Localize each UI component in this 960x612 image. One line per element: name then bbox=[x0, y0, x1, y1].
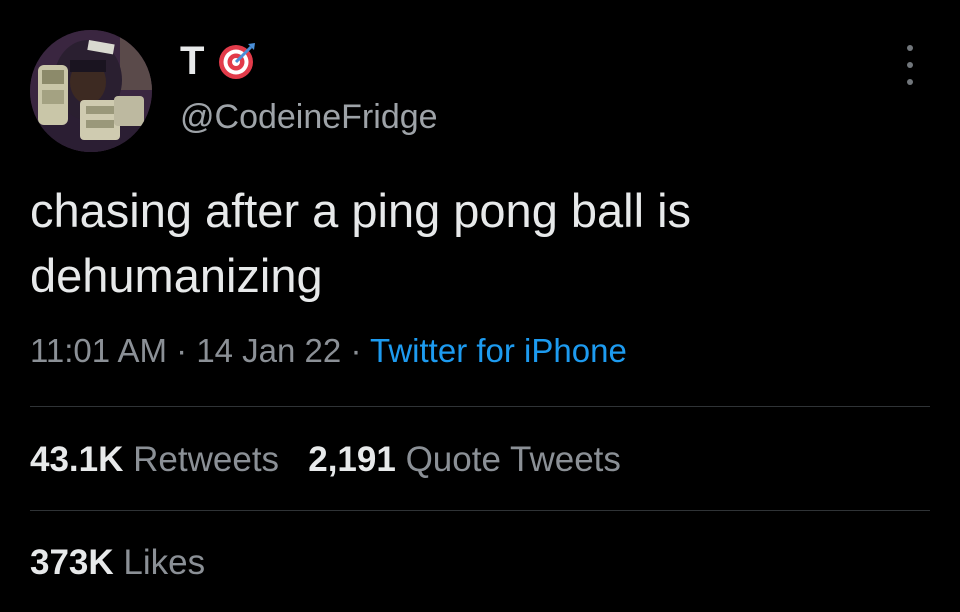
tweet-text: chasing after a ping pong ball is dehuma… bbox=[30, 178, 930, 308]
retweets-label: Retweets bbox=[133, 440, 280, 479]
likes-count: 373K bbox=[30, 543, 114, 582]
likes-label: Likes bbox=[123, 543, 206, 582]
more-dot bbox=[907, 45, 913, 51]
tweet-time[interactable]: 11:01 AM bbox=[30, 332, 167, 369]
divider bbox=[30, 406, 930, 407]
likes-row: 373K Likes bbox=[30, 543, 205, 583]
likes-stat[interactable]: 373K Likes bbox=[30, 543, 205, 582]
quote-tweets-count: 2,191 bbox=[308, 440, 396, 479]
more-dot bbox=[907, 62, 913, 68]
tweet-text-line: chasing after a ping pong ball is bbox=[30, 184, 692, 237]
retweets-stat[interactable]: 43.1K Retweets bbox=[30, 440, 279, 479]
more-options-icon[interactable] bbox=[898, 45, 922, 85]
tweet-meta: 11:01 AM · 14 Jan 22 · Twitter for iPhon… bbox=[30, 332, 627, 370]
engagement-stats: 43.1K Retweets 2,191 Quote Tweets bbox=[30, 440, 621, 480]
meta-separator: · bbox=[341, 332, 371, 369]
divider bbox=[30, 510, 930, 511]
meta-separator: · bbox=[166, 332, 197, 369]
quote-tweets-label: Quote Tweets bbox=[405, 440, 621, 479]
avatar-image bbox=[30, 30, 152, 152]
tweet-date[interactable]: 14 Jan 22 bbox=[196, 332, 341, 369]
more-dot bbox=[907, 79, 913, 85]
author-name-row[interactable]: T bbox=[180, 38, 257, 84]
avatar[interactable] bbox=[30, 30, 152, 152]
author-name[interactable]: T bbox=[180, 39, 205, 84]
quote-tweets-stat[interactable]: 2,191 Quote Tweets bbox=[308, 440, 621, 479]
tweet-text-line: dehumanizing bbox=[30, 249, 323, 302]
author-handle[interactable]: @CodeineFridge bbox=[180, 98, 438, 137]
tweet-source[interactable]: Twitter for iPhone bbox=[370, 332, 627, 369]
retweets-count: 43.1K bbox=[30, 440, 124, 479]
target-icon bbox=[219, 43, 256, 79]
